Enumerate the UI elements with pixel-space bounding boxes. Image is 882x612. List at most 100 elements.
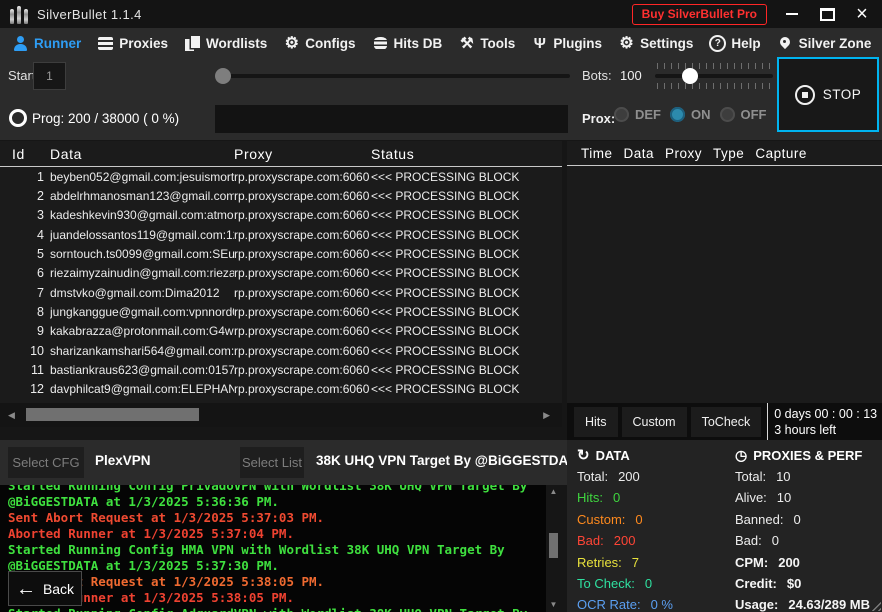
nav-item-wordlists[interactable]: Wordlists: [176, 28, 275, 58]
nav-item-label: Silver Zone: [799, 36, 872, 51]
stat-label: Hits:: [577, 490, 603, 505]
nav-item-help[interactable]: Help: [701, 28, 768, 58]
cell-proxy: rp.proxyscrape.com:6060: [234, 305, 371, 319]
time-remaining: 3 hours left: [774, 422, 877, 438]
minimize-button[interactable]: [782, 4, 802, 24]
column-header-proxy[interactable]: Proxy: [665, 146, 702, 161]
back-button[interactable]: ← Back: [8, 571, 82, 606]
stat-value: 0: [793, 512, 800, 527]
cell-data: riezaimyzainudin@gmail.com:riezair: [50, 266, 234, 280]
hits-tabs-bar: HitsCustomToCheck 0 days 00 : 00 : 13 3 …: [567, 403, 882, 440]
table-row[interactable]: 12davphilcat9@gmail.com:ELEPHANTrp.proxy…: [0, 380, 562, 399]
table-row[interactable]: 11bastiankraus623@gmail.com:01577rp.prox…: [0, 360, 562, 379]
cell-data: dmstvko@gmail.com:Dima2012: [50, 286, 234, 300]
data-stats-title: DATA: [596, 448, 630, 463]
stat-value: 24.63/289 MB: [788, 597, 870, 612]
select-cfg-button[interactable]: Select CFG: [8, 447, 84, 478]
cell-id: 7: [0, 286, 50, 300]
nav-item-tools[interactable]: Tools: [450, 28, 523, 58]
log-line: Started Running Config AdguardVPN with W…: [8, 606, 546, 612]
nav-bar: RunnerProxiesWordlistsConfigs Hits DB Tool…: [0, 28, 882, 58]
stop-button[interactable]: STOP: [777, 57, 879, 132]
gauge-icon: [735, 447, 747, 464]
stat-label: Credit:: [735, 576, 777, 591]
bots-slider-thumb[interactable]: [682, 68, 698, 84]
column-header-type[interactable]: Type: [713, 146, 744, 161]
nav-item-proxies[interactable]: Proxies: [89, 28, 176, 58]
column-header-status[interactable]: Status: [371, 146, 562, 162]
results-horizontal-scrollbar[interactable]: ◀ ▶: [0, 403, 562, 427]
prox-option-on[interactable]: ON: [670, 107, 711, 122]
nav-item-label: Hits DB: [394, 36, 443, 51]
radio-unselected-icon: [720, 107, 735, 122]
cell-status: <<< PROCESSING BLOCK: [371, 208, 562, 222]
table-row[interactable]: 2abdelrhmanosman123@gmail.com:rp.proxysc…: [0, 186, 562, 205]
log-lines: Started Running Config PrivadoVPN with W…: [8, 485, 546, 612]
bots-slider[interactable]: [655, 74, 773, 78]
selected-config-name: PlexVPN: [95, 453, 151, 468]
cell-proxy: rp.proxyscrape.com:6060: [234, 324, 371, 338]
stat-row-total: Total:200: [577, 466, 673, 487]
scroll-down-icon[interactable]: ▼: [550, 598, 558, 612]
tab-custom[interactable]: Custom: [622, 407, 687, 437]
results-table-header: IdDataProxyStatus: [0, 141, 562, 167]
cell-id: 1: [0, 170, 50, 184]
select-list-button[interactable]: Select List: [240, 447, 304, 478]
table-row[interactable]: 3kadeshkevin930@gmail.com:atmosprp.proxy…: [0, 206, 562, 225]
cell-proxy: rp.proxyscrape.com:6060: [234, 170, 371, 184]
start-slider-thumb[interactable]: [215, 68, 231, 84]
tab-hits[interactable]: Hits: [574, 407, 618, 437]
table-row[interactable]: 8jungkanggue@gmail.com:vpnnord0rp.proxys…: [0, 302, 562, 321]
start-input[interactable]: [33, 62, 66, 90]
hits-table: Time Data Proxy Type Capture: [567, 141, 882, 403]
scrollbar-thumb[interactable]: [549, 533, 558, 558]
scroll-left-icon[interactable]: ◀: [8, 410, 15, 421]
cell-status: <<< PROCESSING BLOCK: [371, 170, 562, 184]
radio-label: DEF: [635, 107, 661, 122]
table-row[interactable]: 6riezaimyzainudin@gmail.com:riezairrp.pr…: [0, 264, 562, 283]
close-button[interactable]: [852, 4, 872, 24]
scrollbar-thumb[interactable]: [26, 408, 199, 421]
tab-tocheck[interactable]: ToCheck: [691, 407, 762, 437]
stat-row-hits: Hits: 0: [577, 487, 673, 508]
table-row[interactable]: 9kakabrazza@protonmail.com:G4w6lrp.proxy…: [0, 322, 562, 341]
scroll-right-icon[interactable]: ▶: [543, 410, 550, 421]
table-row[interactable]: 7dmstvko@gmail.com:Dima2012rp.proxyscrap…: [0, 283, 562, 302]
prox-option-def[interactable]: DEF: [614, 107, 661, 122]
log-scrollbar[interactable]: ▲ ▼: [546, 485, 561, 612]
buy-silverbullet-pro-button[interactable]: Buy SilverBullet Pro: [632, 4, 767, 25]
cell-status: <<< PROCESSING BLOCK: [371, 324, 562, 338]
table-row[interactable]: 4juandelossantos119@gmail.com:123rp.prox…: [0, 225, 562, 244]
cell-status: <<< PROCESSING BLOCK: [371, 305, 562, 319]
configs-icon: [283, 35, 300, 52]
cell-proxy: rp.proxyscrape.com:6060: [234, 247, 371, 261]
elapsed-time: 0 days 00 : 00 : 13: [774, 406, 877, 422]
nav-item-plugins[interactable]: Plugins: [523, 28, 610, 58]
nav-item-configs[interactable]: Configs: [275, 28, 363, 58]
table-row[interactable]: 10sharizankamshari564@gmail.com:shrp.pro…: [0, 341, 562, 360]
column-header-id[interactable]: Id: [0, 146, 50, 162]
nav-item-silver-zone[interactable]: Silver Zone: [769, 28, 880, 58]
cell-id: 9: [0, 324, 50, 338]
stat-value: 0: [613, 490, 620, 505]
scroll-up-icon[interactable]: ▲: [550, 485, 558, 499]
nav-item-hits-db[interactable]: Hits DB: [364, 28, 451, 58]
slider-ticks: [657, 83, 771, 89]
column-header-data[interactable]: Data: [624, 146, 655, 161]
silverbullet-logo-icon: [10, 5, 28, 24]
maximize-button[interactable]: [817, 4, 837, 24]
column-header-time[interactable]: Time: [581, 146, 613, 161]
start-slider[interactable]: [215, 74, 570, 78]
table-row[interactable]: 1beyben052@gmail.com:jesuismortrp.proxys…: [0, 167, 562, 186]
silverzone-icon: [777, 35, 794, 52]
column-header-capture[interactable]: Capture: [755, 146, 807, 161]
radio-selected-icon: [670, 107, 685, 122]
column-header-data[interactable]: Data: [50, 146, 234, 162]
table-row[interactable]: 5sorntouch.ts0099@gmail.com:SEu3xrp.prox…: [0, 244, 562, 263]
column-header-proxy[interactable]: Proxy: [234, 146, 371, 162]
cell-proxy: rp.proxyscrape.com:6060: [234, 382, 371, 396]
prox-option-off[interactable]: OFF: [720, 107, 767, 122]
stat-value: $0: [787, 576, 801, 591]
nav-item-settings[interactable]: Settings: [610, 28, 701, 58]
nav-item-runner[interactable]: Runner: [4, 28, 89, 58]
